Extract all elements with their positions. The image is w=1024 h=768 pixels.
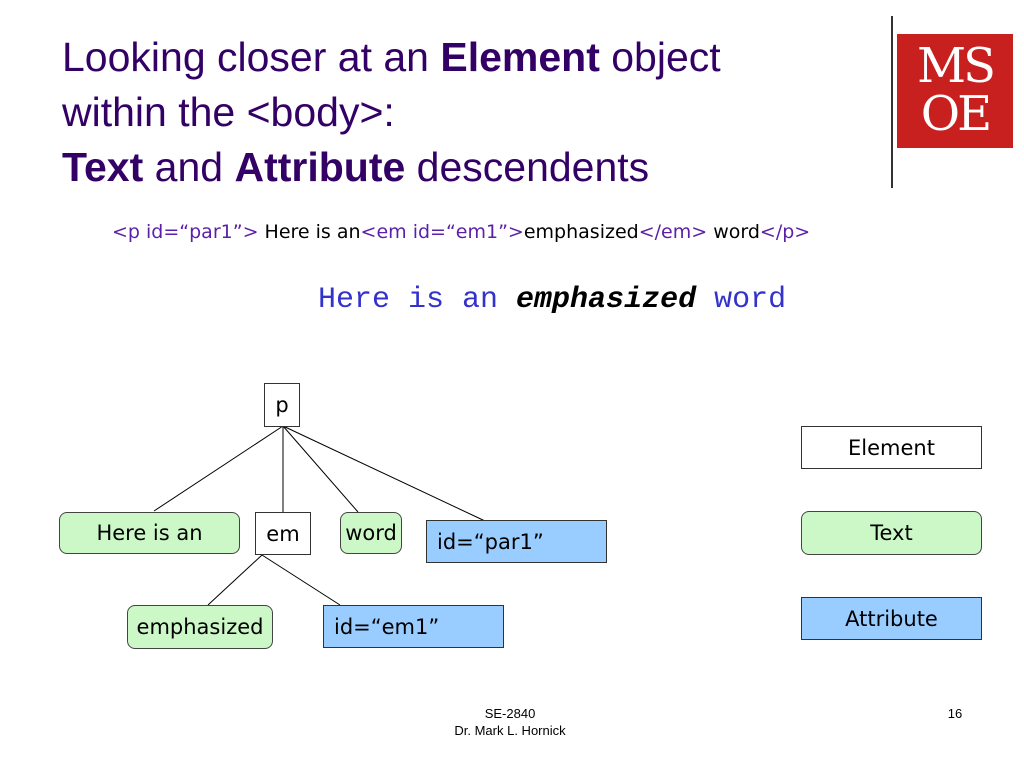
node-em: em [255,512,311,555]
node-text-word: word [340,512,402,554]
edge-p-word [282,425,359,513]
footer-course: SE-2840 [484,706,536,721]
legend-text: Text [801,511,982,555]
legend-element: Element [801,426,982,469]
tree-edges [153,425,486,606]
edge-p-text1 [153,425,284,512]
edge-p-attr [282,425,486,522]
node-text-here-is-an: Here is an [59,512,240,554]
node-attr-par1: id=“par1” [426,520,607,563]
footer-author: Dr. Mark L. Hornick [454,723,566,738]
edge-em-text [207,554,263,606]
legend-attribute: Attribute [801,597,982,640]
node-attr-em1: id=“em1” [323,605,504,648]
edge-em-attr [261,554,341,606]
page-number: 16 [947,706,963,721]
node-p: p [264,383,300,427]
node-text-emphasized: emphasized [127,605,273,649]
